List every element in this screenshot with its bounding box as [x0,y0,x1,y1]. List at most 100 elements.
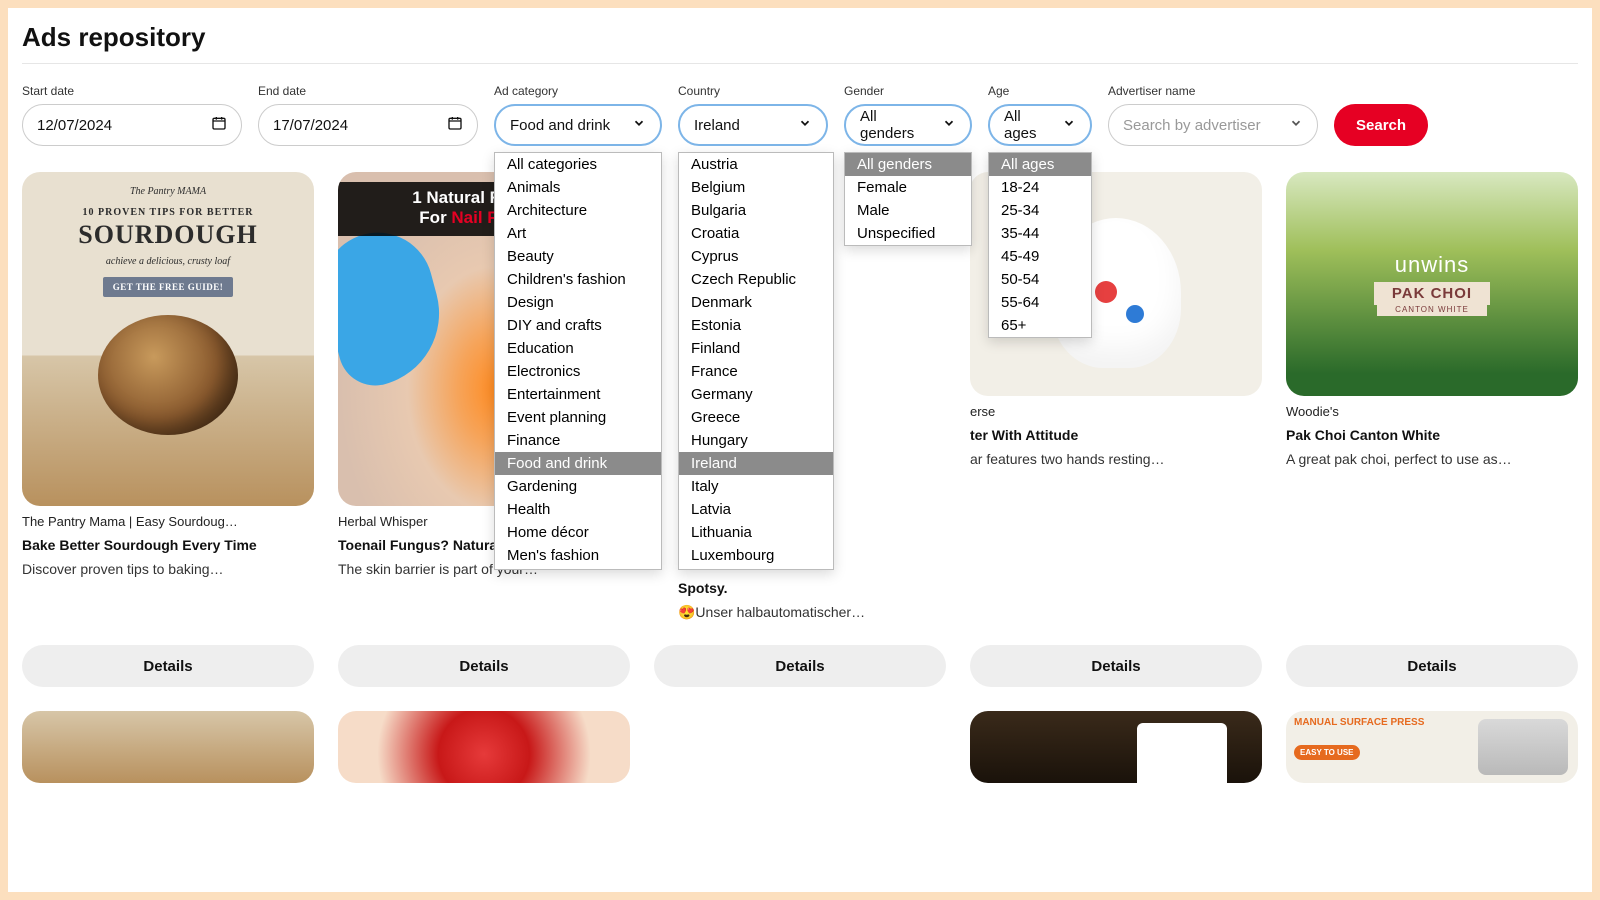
finger-illustration [338,220,456,393]
dropdown-option[interactable]: Home décor [495,521,661,544]
ad-thumbnail[interactable] [338,711,630,783]
dropdown-age[interactable]: All ages18-2425-3435-4445-4950-5455-6465… [988,152,1092,338]
advertiser-search-input[interactable] [1123,117,1281,134]
details-button[interactable]: Details [22,645,314,687]
dropdown-option[interactable]: Other [495,567,661,570]
ad-thumbnail[interactable]: MANUAL SURFACE PRESS EASY TO USE [1286,711,1578,783]
dropdown-option[interactable]: Germany [679,383,833,406]
dropdown-option[interactable]: Greece [679,406,833,429]
dropdown-option[interactable]: 45-49 [989,245,1091,268]
dropdown-option[interactable]: Bulgaria [679,199,833,222]
dropdown-option[interactable]: Electronics [495,360,661,383]
dropdown-option[interactable]: Design [495,291,661,314]
ad-thumbnail[interactable] [970,711,1262,783]
dropdown-option[interactable]: Hungary [679,429,833,452]
dropdown-option[interactable]: Art [495,222,661,245]
details-button[interactable]: Details [654,645,946,687]
dropdown-ad-category[interactable]: All categoriesAnimalsArchitectureArtBeau… [494,152,662,570]
dropdown-option[interactable]: Male [845,199,971,222]
dropdown-option[interactable]: Entertainment [495,383,661,406]
select-gender[interactable]: All genders [844,104,972,146]
filter-start-date: Start date 12/07/2024 [22,84,242,146]
dropdown-option[interactable]: Gardening [495,475,661,498]
dropdown-option[interactable]: 65+ [989,314,1091,337]
ad-thumbnail[interactable] [22,711,314,783]
dropdown-option[interactable]: Belgium [679,176,833,199]
dropdown-option[interactable]: Education [495,337,661,360]
dropdown-option[interactable]: Czech Republic [679,268,833,291]
card-description: Discover proven tips to baking… [22,561,314,577]
result-card: unwins PAK CHOI CANTON WHITE Woodie's Pa… [1286,172,1578,621]
dropdown-option[interactable]: Finland [679,337,833,360]
dropdown-gender[interactable]: All gendersFemaleMaleUnspecified [844,152,972,246]
dropdown-option[interactable]: Event planning [495,406,661,429]
dropdown-option[interactable]: Latvia [679,498,833,521]
select-age[interactable]: All ages [988,104,1092,146]
result-card [970,711,1262,783]
thumb-text: SOURDOUGH [78,220,257,250]
dropdown-option[interactable]: Denmark [679,291,833,314]
bread-illustration [98,315,238,435]
dropdown-option[interactable]: All genders [845,153,971,176]
label-end-date: End date [258,84,478,98]
dropdown-option[interactable]: 35-44 [989,222,1091,245]
app-frame: Ads repository Start date 12/07/2024 End… [8,8,1592,892]
select-country[interactable]: Ireland [678,104,828,146]
dropdown-option[interactable]: Men's fashion [495,544,661,567]
dropdown-option[interactable]: Austria [679,153,833,176]
thumb-tag: MANUAL SURFACE PRESS [1294,717,1424,728]
value-age: All ages [1004,108,1054,142]
label-ad-category: Ad category [494,84,662,98]
dropdown-option[interactable]: 55-64 [989,291,1091,314]
dropdown-option[interactable]: Female [845,176,971,199]
details-button[interactable]: Details [1286,645,1578,687]
dropdown-option[interactable]: 50-54 [989,268,1091,291]
input-start-date[interactable]: 12/07/2024 [22,104,242,146]
select-ad-category[interactable]: Food and drink [494,104,662,146]
dropdown-option[interactable]: Finance [495,429,661,452]
dropdown-option[interactable]: DIY and crafts [495,314,661,337]
input-end-date[interactable]: 17/07/2024 [258,104,478,146]
dropdown-option[interactable]: Estonia [679,314,833,337]
dropdown-option[interactable]: Beauty [495,245,661,268]
dropdown-option[interactable]: Unspecified [845,222,971,245]
dropdown-option[interactable]: Italy [679,475,833,498]
details-button[interactable]: Details [338,645,630,687]
filters-bar: Start date 12/07/2024 End date 17/07/202… [22,64,1578,156]
dropdown-option[interactable]: Malta [679,567,833,570]
chevron-down-icon [632,116,646,134]
dropdown-option[interactable]: 18-24 [989,176,1091,199]
details-button[interactable]: Details [970,645,1262,687]
filter-advertiser: Advertiser name [1108,84,1318,146]
value-ad-category: Food and drink [510,117,610,134]
result-card-empty [654,711,946,783]
label-country: Country [678,84,828,98]
filter-gender: Gender All genders All gendersFemaleMale… [844,84,972,146]
dropdown-option[interactable]: Ireland [679,452,833,475]
dropdown-option[interactable]: Architecture [495,199,661,222]
dropdown-option[interactable]: Health [495,498,661,521]
dropdown-option[interactable]: Food and drink [495,452,661,475]
thumb-sub: CANTON WHITE [1377,305,1487,316]
search-button[interactable]: Search [1334,104,1428,146]
dropdown-option[interactable]: Lithuania [679,521,833,544]
dropdown-option[interactable]: Luxembourg [679,544,833,567]
ad-thumbnail[interactable]: The Pantry MAMA 10 PROVEN TIPS FOR BETTE… [22,172,314,506]
label-age: Age [988,84,1092,98]
dropdown-country[interactable]: AustriaBelgiumBulgariaCroatiaCyprusCzech… [678,152,834,570]
dropdown-option[interactable]: All categories [495,153,661,176]
dropdown-option[interactable]: All ages [989,153,1091,176]
input-advertiser[interactable] [1108,104,1318,146]
tool-illustration [1478,719,1568,775]
label-advertiser: Advertiser name [1108,84,1318,98]
dropdown-option[interactable]: Croatia [679,222,833,245]
dropdown-option[interactable]: Cyprus [679,245,833,268]
card-title: ter With Attitude [970,427,1262,443]
dropdown-option[interactable]: Children's fashion [495,268,661,291]
dropdown-option[interactable]: 25-34 [989,199,1091,222]
label-start-date: Start date [22,84,242,98]
calendar-icon [447,115,463,135]
ad-thumbnail[interactable]: unwins PAK CHOI CANTON WHITE [1286,172,1578,396]
dropdown-option[interactable]: Animals [495,176,661,199]
dropdown-option[interactable]: France [679,360,833,383]
